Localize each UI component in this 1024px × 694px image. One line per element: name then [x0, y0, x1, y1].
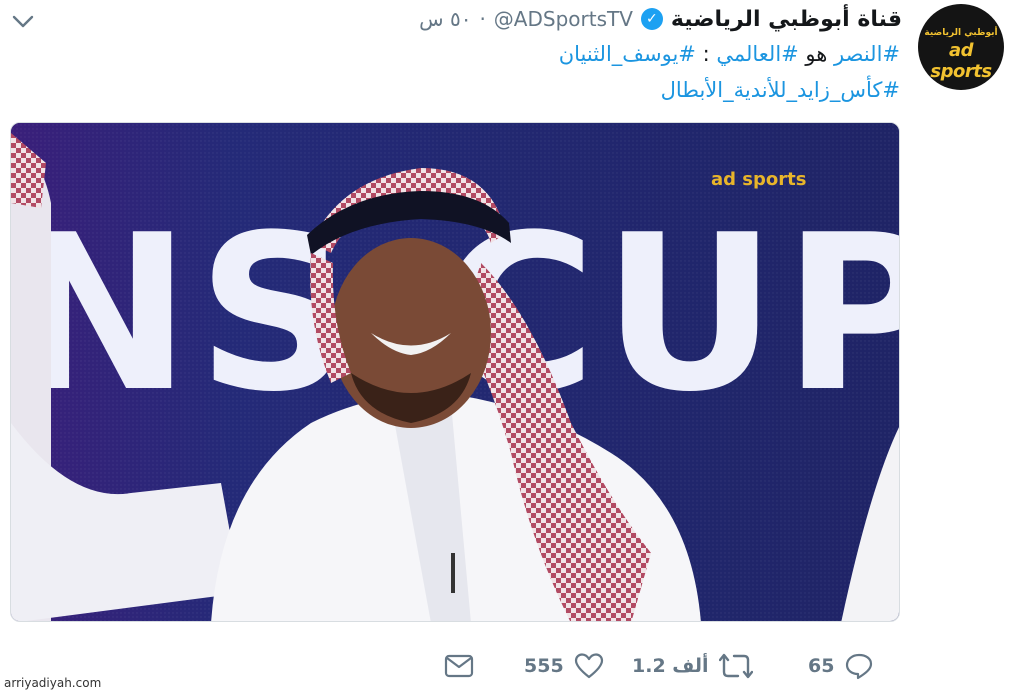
tweet-text-line: #كأس_زايد_للأندية_الأبطال	[200, 72, 900, 108]
tweet-text-segment: :	[695, 42, 717, 66]
separator-dot: ·	[479, 7, 486, 31]
display-name[interactable]: قناة أبوظبي الرياضية	[671, 7, 902, 32]
tweet-timestamp[interactable]: ٥٠ س	[419, 7, 471, 31]
retweet-icon[interactable]	[718, 652, 753, 680]
tweet-header: قناة أبوظبي الرياضية ✓ @ADSportsTV · ٥٠ …	[419, 2, 902, 36]
envelope-icon[interactable]	[444, 653, 474, 679]
avatar-logo: ad sports	[930, 40, 992, 82]
hashtag-link[interactable]: #كأس_زايد_للأندية_الأبطال	[661, 78, 900, 102]
tweet-text-segment: هو	[798, 42, 835, 66]
tweet-text-line: #النصر هو #العالمي : #يوسف_الثنيان	[200, 36, 900, 72]
user-handle[interactable]: @ADSportsTV	[494, 7, 633, 31]
reply-count: 65	[808, 655, 835, 677]
tweet-card: قناة أبوظبي الرياضية ✓ @ADSportsTV · ٥٠ …	[0, 0, 1024, 694]
tweet-text: #النصر هو #العالمي : #يوسف_الثنيان #كأس_ز…	[200, 36, 900, 108]
tweet-media-video[interactable]: NS CUP ad sports	[10, 122, 900, 622]
like-action[interactable]: 555	[524, 646, 604, 686]
direct-message-action[interactable]	[444, 646, 474, 686]
avatar[interactable]: أبوظبي الرياضية ad sports	[918, 4, 1004, 90]
like-count: 555	[524, 655, 564, 677]
source-watermark: arriyadiyah.com	[4, 676, 102, 690]
chevron-down-icon[interactable]	[10, 8, 36, 34]
retweet-count: 1.2 ألف	[632, 655, 709, 677]
hashtag-link[interactable]: #العالمي	[716, 42, 798, 66]
heart-icon[interactable]	[574, 652, 604, 680]
hashtag-link[interactable]: #النصر	[834, 42, 900, 66]
reply-action[interactable]: 65	[808, 646, 874, 686]
hashtag-link[interactable]: #يوسف_الثنيان	[559, 42, 696, 66]
reply-icon[interactable]	[844, 652, 874, 680]
verified-badge-icon: ✓	[640, 8, 663, 30]
avatar-logo-subtitle: أبوظبي الرياضية	[924, 28, 998, 38]
video-frame: NS CUP ad sports	[11, 123, 899, 621]
retweet-action[interactable]: 1.2 ألف	[632, 646, 753, 686]
channel-logo: ad sports	[711, 169, 806, 190]
